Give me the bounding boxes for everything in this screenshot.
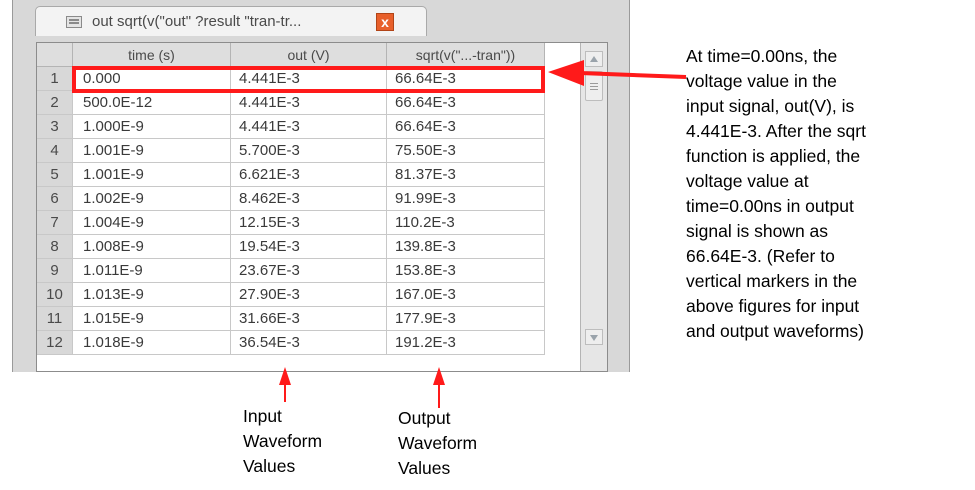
cell-sqrt[interactable]: 153.8E-3 xyxy=(387,259,545,283)
scroll-up-icon[interactable] xyxy=(585,51,603,67)
cell-sqrt[interactable]: 91.99E-3 xyxy=(387,187,545,211)
table-row[interactable]: 4 1.001E-9 5.700E-3 75.50E-3 xyxy=(37,139,580,163)
table-row[interactable]: 9 1.011E-9 23.67E-3 153.8E-3 xyxy=(37,259,580,283)
row-number: 1 xyxy=(37,67,73,91)
cell-out[interactable]: 4.441E-3 xyxy=(231,91,387,115)
results-tab[interactable]: out sqrt(v("out" ?result "tran-tr... x xyxy=(35,6,427,36)
cell-out[interactable]: 36.54E-3 xyxy=(231,331,387,355)
cell-time[interactable]: 1.002E-9 xyxy=(73,187,231,211)
cell-sqrt[interactable]: 167.0E-3 xyxy=(387,283,545,307)
input-caption: Input Waveform Values xyxy=(243,406,323,476)
cell-out[interactable]: 8.462E-3 xyxy=(231,187,387,211)
table-row[interactable]: 8 1.008E-9 19.54E-3 139.8E-3 xyxy=(37,235,580,259)
cell-time[interactable]: 1.000E-9 xyxy=(73,115,231,139)
row-number: 12 xyxy=(37,331,73,355)
cell-time[interactable]: 1.011E-9 xyxy=(73,259,231,283)
table-row[interactable]: 12 1.018E-9 36.54E-3 191.2E-3 xyxy=(37,331,580,355)
row-number-header xyxy=(37,43,73,67)
cell-time[interactable]: 1.001E-9 xyxy=(73,139,231,163)
output-caption: Output Waveform Values xyxy=(398,408,478,478)
highlight-box xyxy=(72,66,545,93)
table-row[interactable]: 3 1.000E-9 4.441E-3 66.64E-3 xyxy=(37,115,580,139)
cell-sqrt[interactable]: 81.37E-3 xyxy=(387,163,545,187)
cell-time[interactable]: 1.001E-9 xyxy=(73,163,231,187)
table-row[interactable]: 6 1.002E-9 8.462E-3 91.99E-3 xyxy=(37,187,580,211)
annotation-text: At time=0.00ns, the voltage value in the… xyxy=(686,46,866,341)
table-row[interactable]: 10 1.013E-9 27.90E-3 167.0E-3 xyxy=(37,283,580,307)
cell-out[interactable]: 27.90E-3 xyxy=(231,283,387,307)
row-number: 9 xyxy=(37,259,73,283)
table-row[interactable]: 11 1.015E-9 31.66E-3 177.9E-3 xyxy=(37,307,580,331)
cell-out[interactable]: 6.621E-3 xyxy=(231,163,387,187)
close-icon[interactable]: x xyxy=(376,13,394,31)
table-icon xyxy=(66,16,82,28)
cell-time[interactable]: 1.004E-9 xyxy=(73,211,231,235)
table-row[interactable]: 7 1.004E-9 12.15E-3 110.2E-3 xyxy=(37,211,580,235)
row-number: 7 xyxy=(37,211,73,235)
cell-time[interactable]: 1.015E-9 xyxy=(73,307,231,331)
cell-time[interactable]: 1.008E-9 xyxy=(73,235,231,259)
cell-sqrt[interactable]: 191.2E-3 xyxy=(387,331,545,355)
column-header-sqrt[interactable]: sqrt(v("...-tran")) xyxy=(387,43,545,67)
table-header: time (s) out (V) sqrt(v("...-tran")) xyxy=(37,43,580,67)
row-number: 2 xyxy=(37,91,73,115)
cell-sqrt[interactable]: 110.2E-3 xyxy=(387,211,545,235)
cell-sqrt[interactable]: 177.9E-3 xyxy=(387,307,545,331)
cell-time[interactable]: 1.018E-9 xyxy=(73,331,231,355)
column-header-time[interactable]: time (s) xyxy=(73,43,231,67)
row-number: 3 xyxy=(37,115,73,139)
row-number: 8 xyxy=(37,235,73,259)
tab-title: out sqrt(v("out" ?result "tran-tr... xyxy=(92,13,302,30)
cell-out[interactable]: 4.441E-3 xyxy=(231,115,387,139)
cell-sqrt[interactable]: 66.64E-3 xyxy=(387,91,545,115)
input-arrow xyxy=(279,367,291,402)
cell-sqrt[interactable]: 139.8E-3 xyxy=(387,235,545,259)
row-number: 11 xyxy=(37,307,73,331)
cell-out[interactable]: 31.66E-3 xyxy=(231,307,387,331)
row-number: 6 xyxy=(37,187,73,211)
scroll-down-icon[interactable] xyxy=(585,329,603,345)
table-row[interactable]: 5 1.001E-9 6.621E-3 81.37E-3 xyxy=(37,163,580,187)
row-number: 10 xyxy=(37,283,73,307)
cell-time[interactable]: 500.0E-12 xyxy=(73,91,231,115)
cell-out[interactable]: 23.67E-3 xyxy=(231,259,387,283)
cell-out[interactable]: 19.54E-3 xyxy=(231,235,387,259)
table-row[interactable]: 2 500.0E-12 4.441E-3 66.64E-3 xyxy=(37,91,580,115)
cell-sqrt[interactable]: 75.50E-3 xyxy=(387,139,545,163)
cell-out[interactable]: 5.700E-3 xyxy=(231,139,387,163)
row-number: 4 xyxy=(37,139,73,163)
output-arrow xyxy=(433,367,445,408)
column-header-out[interactable]: out (V) xyxy=(231,43,387,67)
scroll-thumb[interactable] xyxy=(585,71,603,101)
cell-sqrt[interactable]: 66.64E-3 xyxy=(387,115,545,139)
row-number: 5 xyxy=(37,163,73,187)
cell-out[interactable]: 12.15E-3 xyxy=(231,211,387,235)
cell-time[interactable]: 1.013E-9 xyxy=(73,283,231,307)
vertical-scrollbar[interactable] xyxy=(580,43,607,371)
